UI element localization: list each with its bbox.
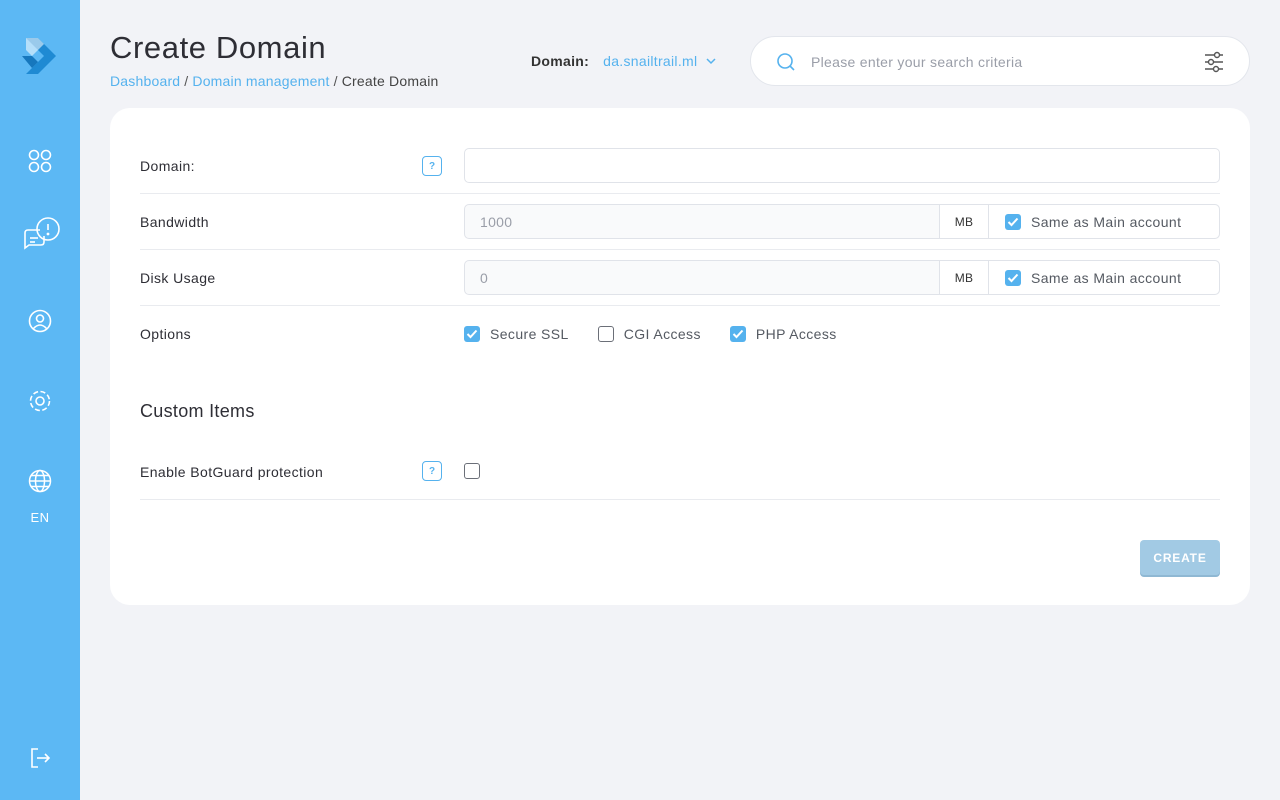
create-domain-form: Domain: ? Bandwidth MB Same as Main acco…	[110, 108, 1250, 605]
chevron-logo-icon	[22, 38, 56, 74]
page-title: Create Domain	[110, 30, 327, 65]
bandwidth-same-checkbox[interactable]	[1005, 213, 1021, 230]
breadcrumb-dashboard[interactable]: Dashboard	[110, 73, 180, 89]
domain-input[interactable]	[464, 148, 1220, 183]
logout-button[interactable]	[0, 746, 80, 770]
sidebar-item-dashboard[interactable]	[0, 148, 80, 174]
bandwidth-unit: MB	[939, 205, 989, 238]
breadcrumb-domain-management[interactable]: Domain management	[192, 73, 329, 89]
secure-ssl-label: Secure SSL	[490, 326, 569, 342]
botguard-row: Enable BotGuard protection ?	[140, 443, 1220, 500]
logo[interactable]	[0, 35, 80, 77]
disk-usage-label: Disk Usage	[140, 270, 216, 286]
gear-icon	[29, 390, 51, 412]
search-input[interactable]	[811, 47, 1191, 77]
botguard-label: Enable BotGuard protection	[140, 464, 324, 480]
language-label[interactable]: EN	[0, 510, 80, 525]
disk-usage-row: Disk Usage MB Same as Main account	[140, 250, 1220, 306]
sidebar-item-messages[interactable]	[0, 216, 80, 254]
user-circle-icon	[28, 309, 52, 333]
filter-settings-icon[interactable]	[1204, 51, 1224, 78]
bandwidth-label: Bandwidth	[140, 214, 209, 230]
domain-label: Domain:	[140, 158, 195, 174]
option-php-access[interactable]: PHP Access	[729, 326, 837, 342]
breadcrumb-separator: /	[333, 73, 338, 89]
chevron-down-icon[interactable]	[705, 57, 717, 65]
botguard-checkbox[interactable]	[464, 463, 480, 479]
disk-usage-input[interactable]	[465, 261, 939, 294]
options-label: Options	[140, 326, 192, 342]
four-circles-icon	[28, 149, 52, 173]
disk-usage-same-checkbox[interactable]	[1005, 269, 1021, 286]
help-icon[interactable]: ?	[422, 461, 442, 481]
domain-selector-label: Domain:	[531, 53, 590, 69]
logout-icon	[31, 748, 51, 768]
breadcrumb-separator: /	[184, 73, 189, 89]
disk-usage-unit: MB	[939, 261, 989, 294]
disk-usage-field-group: MB Same as Main account	[464, 260, 1220, 295]
breadcrumb: Dashboard / Domain management / Create Domai…	[110, 73, 439, 89]
search-icon[interactable]	[776, 52, 796, 77]
globe-icon	[28, 469, 52, 493]
cgi-access-label: CGI Access	[623, 326, 701, 342]
bandwidth-input[interactable]	[465, 205, 939, 238]
php-access-label: PHP Access	[755, 326, 837, 342]
bandwidth-same-as-main[interactable]: Same as Main account	[989, 205, 1219, 238]
bandwidth-same-label: Same as Main account	[1031, 213, 1182, 230]
disk-usage-same-as-main[interactable]: Same as Main account	[989, 261, 1219, 294]
option-cgi-access[interactable]: CGI Access	[597, 326, 701, 342]
custom-items-title: Custom Items	[140, 401, 255, 421]
sidebar: EN	[0, 0, 80, 800]
help-icon[interactable]: ?	[422, 156, 442, 176]
disk-usage-same-label: Same as Main account	[1031, 269, 1182, 286]
options-group: Secure SSL CGI Access PHP Access	[464, 306, 866, 362]
secure-ssl-checkbox[interactable]	[464, 326, 480, 342]
sidebar-item-language[interactable]	[0, 468, 80, 494]
domain-row: Domain: ?	[140, 137, 1220, 194]
chat-alert-icon	[24, 217, 60, 250]
options-row: Options Secure SSL CGI Access PHP Access	[140, 306, 1220, 362]
bandwidth-row: Bandwidth MB Same as Main account	[140, 194, 1220, 250]
breadcrumb-current: Create Domain	[341, 73, 439, 89]
create-button[interactable]: CREATE	[1140, 540, 1220, 575]
domain-selector-value[interactable]: da.snailtrail.ml	[603, 53, 697, 69]
domain-selector[interactable]: Domain: da.snailtrail.ml	[531, 53, 717, 69]
option-secure-ssl[interactable]: Secure SSL	[464, 326, 569, 342]
php-access-checkbox[interactable]	[729, 326, 746, 342]
search-bar	[750, 36, 1250, 86]
bandwidth-field-group: MB Same as Main account	[464, 204, 1220, 239]
sidebar-item-account[interactable]	[0, 308, 80, 334]
sidebar-item-settings[interactable]	[0, 388, 80, 414]
cgi-access-checkbox[interactable]	[597, 326, 614, 342]
